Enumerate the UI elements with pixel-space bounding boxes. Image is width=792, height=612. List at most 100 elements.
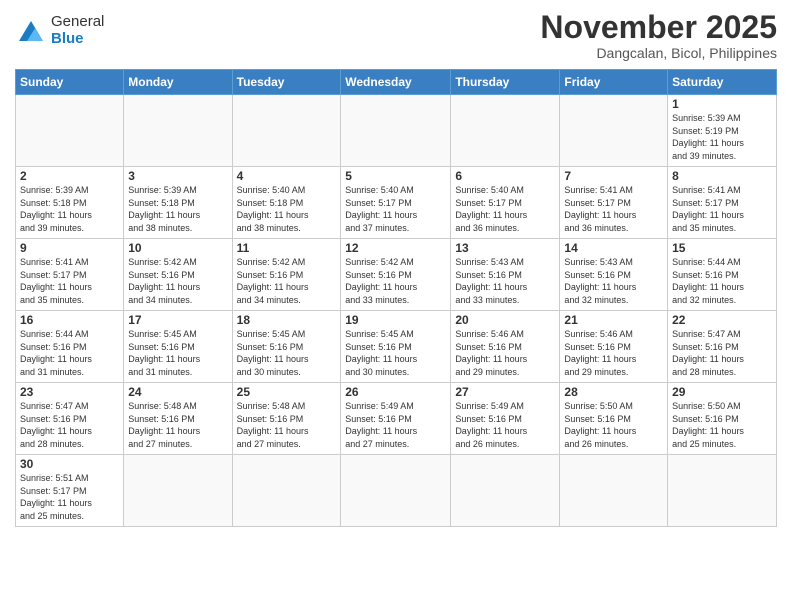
day-number: 15: [672, 241, 772, 255]
calendar-cell: 7Sunrise: 5:41 AMSunset: 5:17 PMDaylight…: [560, 167, 668, 239]
calendar-cell: 21Sunrise: 5:46 AMSunset: 5:16 PMDayligh…: [560, 311, 668, 383]
calendar-cell: 25Sunrise: 5:48 AMSunset: 5:16 PMDayligh…: [232, 383, 341, 455]
day-info: Sunrise: 5:42 AMSunset: 5:16 PMDaylight:…: [237, 256, 337, 306]
day-info: Sunrise: 5:42 AMSunset: 5:16 PMDaylight:…: [128, 256, 227, 306]
day-number: 3: [128, 169, 227, 183]
day-number: 27: [455, 385, 555, 399]
header-tuesday: Tuesday: [232, 70, 341, 95]
day-info: Sunrise: 5:41 AMSunset: 5:17 PMDaylight:…: [564, 184, 663, 234]
calendar-cell: [124, 95, 232, 167]
calendar-cell: 29Sunrise: 5:50 AMSunset: 5:16 PMDayligh…: [668, 383, 777, 455]
day-info: Sunrise: 5:50 AMSunset: 5:16 PMDaylight:…: [672, 400, 772, 450]
day-number: 8: [672, 169, 772, 183]
day-info: Sunrise: 5:48 AMSunset: 5:16 PMDaylight:…: [128, 400, 227, 450]
calendar-cell: 22Sunrise: 5:47 AMSunset: 5:16 PMDayligh…: [668, 311, 777, 383]
page: General Blue November 2025 Dangcalan, Bi…: [0, 0, 792, 612]
header-saturday: Saturday: [668, 70, 777, 95]
header-monday: Monday: [124, 70, 232, 95]
day-number: 25: [237, 385, 337, 399]
calendar-cell: [560, 455, 668, 527]
calendar-cell: [341, 95, 451, 167]
day-info: Sunrise: 5:40 AMSunset: 5:18 PMDaylight:…: [237, 184, 337, 234]
day-number: 18: [237, 313, 337, 327]
day-number: 5: [345, 169, 446, 183]
calendar-row: 1Sunrise: 5:39 AMSunset: 5:19 PMDaylight…: [16, 95, 777, 167]
day-info: Sunrise: 5:40 AMSunset: 5:17 PMDaylight:…: [345, 184, 446, 234]
calendar-row: 30Sunrise: 5:51 AMSunset: 5:17 PMDayligh…: [16, 455, 777, 527]
calendar-cell: 9Sunrise: 5:41 AMSunset: 5:17 PMDaylight…: [16, 239, 124, 311]
calendar-cell: 30Sunrise: 5:51 AMSunset: 5:17 PMDayligh…: [16, 455, 124, 527]
day-info: Sunrise: 5:46 AMSunset: 5:16 PMDaylight:…: [455, 328, 555, 378]
day-number: 29: [672, 385, 772, 399]
calendar-cell: [16, 95, 124, 167]
day-info: Sunrise: 5:50 AMSunset: 5:16 PMDaylight:…: [564, 400, 663, 450]
logo-icon: [15, 17, 47, 45]
location: Dangcalan, Bicol, Philippines: [540, 45, 777, 61]
day-number: 26: [345, 385, 446, 399]
day-info: Sunrise: 5:45 AMSunset: 5:16 PMDaylight:…: [128, 328, 227, 378]
day-number: 12: [345, 241, 446, 255]
day-number: 22: [672, 313, 772, 327]
day-number: 19: [345, 313, 446, 327]
calendar-cell: 18Sunrise: 5:45 AMSunset: 5:16 PMDayligh…: [232, 311, 341, 383]
calendar-cell: 5Sunrise: 5:40 AMSunset: 5:17 PMDaylight…: [341, 167, 451, 239]
day-info: Sunrise: 5:46 AMSunset: 5:16 PMDaylight:…: [564, 328, 663, 378]
calendar-cell: [232, 95, 341, 167]
day-info: Sunrise: 5:39 AMSunset: 5:18 PMDaylight:…: [128, 184, 227, 234]
day-number: 1: [672, 97, 772, 111]
weekday-header-row: Sunday Monday Tuesday Wednesday Thursday…: [16, 70, 777, 95]
day-info: Sunrise: 5:45 AMSunset: 5:16 PMDaylight:…: [345, 328, 446, 378]
calendar-cell: 3Sunrise: 5:39 AMSunset: 5:18 PMDaylight…: [124, 167, 232, 239]
day-info: Sunrise: 5:43 AMSunset: 5:16 PMDaylight:…: [564, 256, 663, 306]
calendar-cell: 6Sunrise: 5:40 AMSunset: 5:17 PMDaylight…: [451, 167, 560, 239]
calendar-cell: [341, 455, 451, 527]
day-info: Sunrise: 5:41 AMSunset: 5:17 PMDaylight:…: [672, 184, 772, 234]
day-number: 16: [20, 313, 119, 327]
header-friday: Friday: [560, 70, 668, 95]
calendar-row: 9Sunrise: 5:41 AMSunset: 5:17 PMDaylight…: [16, 239, 777, 311]
day-number: 9: [20, 241, 119, 255]
day-info: Sunrise: 5:40 AMSunset: 5:17 PMDaylight:…: [455, 184, 555, 234]
calendar-cell: 26Sunrise: 5:49 AMSunset: 5:16 PMDayligh…: [341, 383, 451, 455]
day-info: Sunrise: 5:39 AMSunset: 5:19 PMDaylight:…: [672, 112, 772, 162]
logo: General Blue: [15, 14, 104, 47]
day-info: Sunrise: 5:44 AMSunset: 5:16 PMDaylight:…: [20, 328, 119, 378]
header-thursday: Thursday: [451, 70, 560, 95]
day-number: 21: [564, 313, 663, 327]
calendar-cell: [560, 95, 668, 167]
day-number: 20: [455, 313, 555, 327]
calendar-cell: 24Sunrise: 5:48 AMSunset: 5:16 PMDayligh…: [124, 383, 232, 455]
calendar-cell: 11Sunrise: 5:42 AMSunset: 5:16 PMDayligh…: [232, 239, 341, 311]
header: General Blue November 2025 Dangcalan, Bi…: [15, 10, 777, 61]
calendar-row: 23Sunrise: 5:47 AMSunset: 5:16 PMDayligh…: [16, 383, 777, 455]
calendar-cell: 20Sunrise: 5:46 AMSunset: 5:16 PMDayligh…: [451, 311, 560, 383]
title-block: November 2025 Dangcalan, Bicol, Philippi…: [540, 10, 777, 61]
day-number: 28: [564, 385, 663, 399]
day-number: 4: [237, 169, 337, 183]
day-number: 17: [128, 313, 227, 327]
calendar-cell: 28Sunrise: 5:50 AMSunset: 5:16 PMDayligh…: [560, 383, 668, 455]
day-info: Sunrise: 5:45 AMSunset: 5:16 PMDaylight:…: [237, 328, 337, 378]
day-number: 23: [20, 385, 119, 399]
calendar-cell: 13Sunrise: 5:43 AMSunset: 5:16 PMDayligh…: [451, 239, 560, 311]
month-title: November 2025: [540, 10, 777, 45]
calendar-cell: 14Sunrise: 5:43 AMSunset: 5:16 PMDayligh…: [560, 239, 668, 311]
day-number: 14: [564, 241, 663, 255]
day-info: Sunrise: 5:41 AMSunset: 5:17 PMDaylight:…: [20, 256, 119, 306]
calendar-cell: 23Sunrise: 5:47 AMSunset: 5:16 PMDayligh…: [16, 383, 124, 455]
calendar-cell: [451, 95, 560, 167]
calendar-cell: 16Sunrise: 5:44 AMSunset: 5:16 PMDayligh…: [16, 311, 124, 383]
day-info: Sunrise: 5:49 AMSunset: 5:16 PMDaylight:…: [455, 400, 555, 450]
day-number: 24: [128, 385, 227, 399]
calendar-cell: 8Sunrise: 5:41 AMSunset: 5:17 PMDaylight…: [668, 167, 777, 239]
day-number: 2: [20, 169, 119, 183]
calendar-cell: 17Sunrise: 5:45 AMSunset: 5:16 PMDayligh…: [124, 311, 232, 383]
day-number: 6: [455, 169, 555, 183]
header-wednesday: Wednesday: [341, 70, 451, 95]
day-info: Sunrise: 5:48 AMSunset: 5:16 PMDaylight:…: [237, 400, 337, 450]
header-sunday: Sunday: [16, 70, 124, 95]
day-info: Sunrise: 5:44 AMSunset: 5:16 PMDaylight:…: [672, 256, 772, 306]
day-info: Sunrise: 5:51 AMSunset: 5:17 PMDaylight:…: [20, 472, 119, 522]
day-info: Sunrise: 5:47 AMSunset: 5:16 PMDaylight:…: [672, 328, 772, 378]
day-number: 13: [455, 241, 555, 255]
